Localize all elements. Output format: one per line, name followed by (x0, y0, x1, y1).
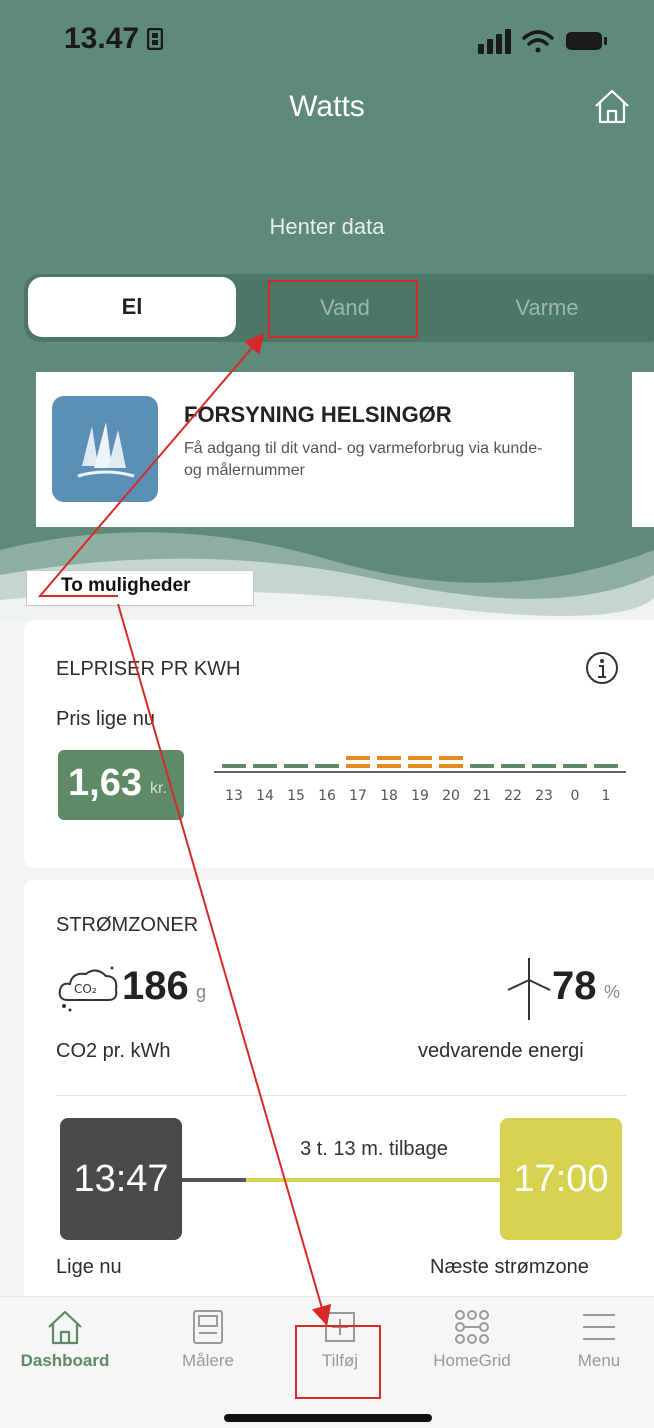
co2-label: CO2 pr. kWh (56, 1040, 171, 1062)
phone-screen: 13.47 Watts Henter data El Vand Varme FO… (0, 0, 654, 1428)
zones-title: STRØMZONER (56, 914, 199, 936)
status-time: 13.47 (64, 22, 164, 56)
current-price: 1,63 kr. (58, 750, 184, 820)
annotation-label: To muligheder (26, 570, 254, 606)
nav-menu[interactable]: Menu (534, 1297, 654, 1397)
forsyning-logo (52, 396, 158, 502)
current-price-unit: kr. (150, 780, 167, 797)
renewable-unit: % (604, 982, 621, 1002)
home-icon (48, 1310, 82, 1345)
svg-text:CO₂: CO₂ (74, 982, 97, 996)
prices-card[interactable]: ELPRISER PR KWH Pris lige nu 1,63 kr. 13… (24, 620, 654, 868)
signal-icon (478, 29, 511, 54)
elapsed-track (182, 1178, 246, 1182)
price-bar-15 (284, 764, 308, 768)
price-bar-22 (501, 764, 525, 768)
hour-label-14: 14 (256, 788, 274, 804)
wind-turbine-icon (507, 958, 551, 1020)
next-zone-label: Næste strømzone (430, 1256, 589, 1278)
promo-card-next[interactable] (632, 372, 654, 527)
co2-cloud-icon: CO₂ (58, 966, 118, 1012)
hour-label-18: 18 (380, 788, 398, 804)
nav-homegrid-label: HomeGrid (433, 1351, 511, 1370)
price-bar-14 (253, 764, 277, 768)
status-icons (478, 29, 607, 54)
hour-label-1: 1 (602, 788, 611, 804)
status-time-text: 13.47 (64, 22, 140, 55)
price-bar-1 (594, 764, 618, 768)
price-bar-20-lower (439, 764, 463, 768)
hour-label-0: 0 (571, 788, 580, 804)
hour-label-20: 20 (442, 788, 460, 804)
price-bar-0 (563, 764, 587, 768)
app-title: Watts (289, 90, 365, 123)
next-zone-time-box: 17:00 (500, 1118, 622, 1240)
nav-dashboard[interactable]: Dashboard (0, 1297, 130, 1397)
current-price-value: 1,63 (68, 762, 142, 804)
price-bar-17-lower (346, 764, 370, 768)
promo-card[interactable]: FORSYNING HELSINGØR Få adgang til dit va… (36, 372, 574, 527)
info-icon[interactable] (584, 650, 620, 686)
hour-label-17: 17 (349, 788, 367, 804)
divider (56, 1095, 626, 1096)
highlight-vand (268, 280, 418, 338)
ship-sails-icon (77, 422, 135, 478)
nav-malere-label: Målere (182, 1351, 234, 1370)
wifi-icon (522, 30, 554, 53)
hourly-price-chart: 13 14 15 16 17 18 19 20 21 22 23 0 1 (214, 756, 626, 804)
meter-icon (193, 1310, 223, 1344)
tab-varme[interactable]: Varme (452, 274, 642, 342)
sim-icon (147, 27, 164, 51)
promo-text: Få adgang til dit vand- og varmeforbrug … (184, 440, 543, 479)
price-bar-18 (377, 756, 401, 760)
now-label: Lige nu (56, 1256, 122, 1278)
price-bar-19 (408, 756, 432, 760)
price-bar-20 (439, 756, 463, 760)
home-icon[interactable] (592, 86, 632, 126)
co2-value: 186 (122, 964, 189, 1008)
price-bar-21 (470, 764, 494, 768)
highlight-tilfoj (295, 1325, 381, 1399)
price-bar-17 (346, 756, 370, 760)
nav-homegrid[interactable]: HomeGrid (407, 1297, 537, 1397)
price-bar-13 (222, 764, 246, 768)
annotation-label-text: To muligheder (61, 575, 191, 596)
price-bar-18-lower (377, 764, 401, 768)
nav-menu-label: Menu (577, 1351, 621, 1370)
nav-dashboard-label: Dashboard (20, 1351, 110, 1370)
hour-label-16: 16 (318, 788, 336, 804)
hour-label-21: 21 (473, 788, 491, 804)
hour-label-13: 13 (225, 788, 243, 804)
zones-card[interactable]: STRØMZONER CO₂ 186 g CO2 pr. kWh 78 % ve… (24, 880, 654, 1320)
remaining-track (246, 1178, 504, 1182)
time-remaining-label: 3 t. 13 m. tilbage (300, 1138, 448, 1160)
promo-title: FORSYNING HELSINGØR (184, 402, 452, 427)
price-bar-23 (532, 764, 556, 768)
hour-label-19: 19 (411, 788, 429, 804)
hour-label-23: 23 (535, 788, 553, 804)
renewable-value: 78 (552, 964, 597, 1008)
menu-icon (583, 1314, 615, 1340)
grid-icon (455, 1310, 489, 1344)
hour-label-15: 15 (287, 788, 305, 804)
renewable-label: vedvarende energi (418, 1040, 584, 1062)
co2-unit: g (196, 982, 207, 1002)
hour-label-22: 22 (504, 788, 522, 804)
tab-el[interactable]: El (28, 277, 236, 337)
home-indicator (224, 1414, 432, 1422)
price-bar-19-lower (408, 764, 432, 768)
battery-icon (566, 32, 607, 50)
status-bar: 13.47 (0, 0, 654, 80)
prices-title: ELPRISER PR KWH (56, 658, 241, 680)
nav-malere[interactable]: Målere (143, 1297, 273, 1397)
now-time-box: 13:47 (60, 1118, 182, 1240)
loading-text: Henter data (269, 214, 385, 239)
price-bar-16 (315, 764, 339, 768)
prices-subtitle: Pris lige nu (56, 708, 155, 730)
